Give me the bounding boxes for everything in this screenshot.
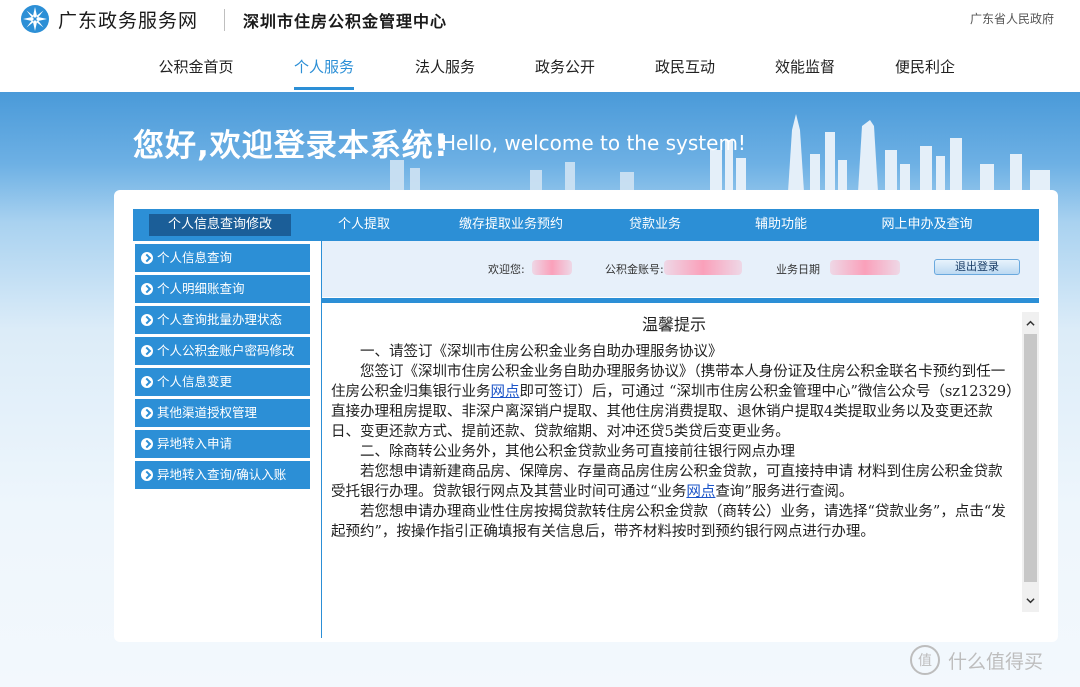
sidebar-item-info-change[interactable]: 个人信息变更 xyxy=(135,368,310,396)
watermark-text: 什么值得买 xyxy=(948,650,1044,673)
sidebar-item-label: 个人信息变更 xyxy=(157,374,233,389)
chevron-right-icon xyxy=(141,345,153,357)
tab-online-application[interactable]: 网上申办及查询 xyxy=(867,209,987,241)
site-header: 广东政务服务网 深圳市住房公积金管理中心 广东省人民政府 公积金首页 个人服务 … xyxy=(0,0,1080,92)
chevron-right-icon xyxy=(141,407,153,419)
chevron-up-icon[interactable] xyxy=(1026,319,1035,328)
account-label: 公积金账号: xyxy=(605,263,664,276)
branch-query-link[interactable]: 网点 xyxy=(686,484,715,500)
chevron-down-icon[interactable] xyxy=(1026,596,1035,605)
sidebar-item-label: 其他渠道授权管理 xyxy=(157,405,258,420)
main-nav-corporate[interactable]: 法人服务 xyxy=(413,56,477,90)
header-divider xyxy=(224,9,225,31)
sub-nav: 个人信息查询修改 个人提取 缴存提取业务预约 贷款业务 辅助功能 网上申办及查询 xyxy=(133,209,1039,241)
chevron-right-icon xyxy=(141,469,153,481)
tab-auxiliary[interactable]: 辅助功能 xyxy=(746,209,816,241)
sidebar-item-transfer-apply[interactable]: 异地转入申请 xyxy=(135,430,310,458)
sidebar-item-info-query[interactable]: 个人信息查询 xyxy=(135,244,310,272)
notice-title: 温馨提示 xyxy=(641,315,706,334)
redacted-account xyxy=(664,260,742,275)
main-nav-convenience[interactable]: 便民利企 xyxy=(893,56,957,90)
tab-personal-info[interactable]: 个人信息查询修改 xyxy=(149,214,291,236)
notice-scrollbar[interactable] xyxy=(1022,312,1039,612)
watermark: 值 什么值得买 xyxy=(910,645,1043,675)
sidebar-item-transfer-confirm[interactable]: 异地转入查询/确认入账 xyxy=(135,461,310,489)
tab-withdrawal[interactable]: 个人提取 xyxy=(329,209,399,241)
sidebar-item-statement[interactable]: 个人明细账查询 xyxy=(135,275,310,303)
redacted-username xyxy=(532,260,572,275)
notice-paragraph: 您签订《深圳市住房公积金业务自助办理服务协议》（携带本人身份证及住房公积金联名卡… xyxy=(331,362,1015,442)
logo-icon xyxy=(21,5,49,33)
notice-text: 查询”服务进行查阅。 xyxy=(715,484,854,500)
main-nav-public-affairs[interactable]: 政务公开 xyxy=(533,56,597,90)
main-nav-home[interactable]: 公积金首页 xyxy=(150,56,242,90)
welcome-heading: 您好,欢迎登录本系统! xyxy=(133,128,449,164)
chevron-right-icon xyxy=(141,252,153,264)
sidebar-item-label: 个人信息查询 xyxy=(157,250,233,265)
watermark-badge: 值 xyxy=(910,645,940,675)
sidebar-item-label: 异地转入申请 xyxy=(157,436,233,451)
chevron-right-icon xyxy=(141,438,153,450)
scrollbar-thumb[interactable] xyxy=(1024,334,1037,582)
main-nav-personal[interactable]: 个人服务 xyxy=(294,56,354,90)
chevron-right-icon xyxy=(141,314,153,326)
sidebar-item-batch-status[interactable]: 个人查询批量办理状态 xyxy=(135,306,310,334)
site-name: 广东政务服务网 xyxy=(58,9,199,32)
main-nav: 公积金首页 个人服务 法人服务 政务公开 政民互动 效能监督 便民利企 xyxy=(0,56,1080,90)
date-label: 业务日期 xyxy=(776,263,820,276)
sidebar-item-password[interactable]: 个人公积金账户密码修改 xyxy=(135,337,310,365)
notice-paragraph: 一、请签订《深圳市住房公积金业务自助办理服务协议》 xyxy=(360,344,723,360)
sidebar-item-label: 个人公积金账户密码修改 xyxy=(157,343,295,358)
site-logo[interactable]: 广东政务服务网 xyxy=(20,2,198,36)
main-nav-supervision[interactable]: 效能监督 xyxy=(773,56,837,90)
chevron-right-icon xyxy=(141,283,153,295)
center-name: 深圳市住房公积金管理中心 xyxy=(243,12,448,31)
notice-content: 温馨提示 一、请签订《深圳市住房公积金业务自助办理服务协议》 您签订《深圳市住房… xyxy=(326,306,1022,606)
main-nav-interaction[interactable]: 政民互动 xyxy=(653,56,717,90)
sidebar-item-authorization[interactable]: 其他渠道授权管理 xyxy=(135,399,310,427)
notice-body: 一、请签订《深圳市住房公积金业务自助办理服务协议》 您签订《深圳市住房公积金业务… xyxy=(331,342,1015,542)
notice-paragraph: 若您想申请新建商品房、保障房、存量商品房住房公积金贷款，可直接持申请 材料到住房… xyxy=(331,462,1015,502)
info-bar-underline xyxy=(322,298,1039,303)
logout-button[interactable]: 退出登录 xyxy=(934,259,1020,275)
notice-paragraph: 若您想申请办理商业性住房按揭贷款转住房公积金贷款（商转公）业务，请选择“贷款业务… xyxy=(331,504,1006,540)
sidebar-item-label: 异地转入查询/确认入账 xyxy=(157,467,287,482)
branch-link[interactable]: 网点 xyxy=(491,384,520,400)
notice-text: 若您想申请新建商品房、保障房、存量商品房住房公积金贷款，可直接持申请 材料到住房… xyxy=(331,464,1003,500)
tab-appointment[interactable]: 缴存提取业务预约 xyxy=(451,209,571,241)
welcome-label: 欢迎您: xyxy=(488,263,525,276)
tab-loan[interactable]: 贷款业务 xyxy=(620,209,690,241)
gov-link[interactable]: 广东省人民政府 xyxy=(970,10,1054,27)
welcome-subheading: Hello, welcome to the system! xyxy=(441,131,746,155)
sidebar-item-label: 个人查询批量办理状态 xyxy=(157,312,283,327)
notice-paragraph: 二、除商转公业务外，其他公积金贷款业务可直接前往银行网点办理 xyxy=(360,444,795,460)
redacted-date xyxy=(830,260,900,275)
chevron-right-icon xyxy=(141,376,153,388)
user-info-bar: 欢迎您: 公积金账号: 业务日期 退出登录 xyxy=(322,241,1039,297)
sidebar-item-label: 个人明细账查询 xyxy=(157,281,245,296)
